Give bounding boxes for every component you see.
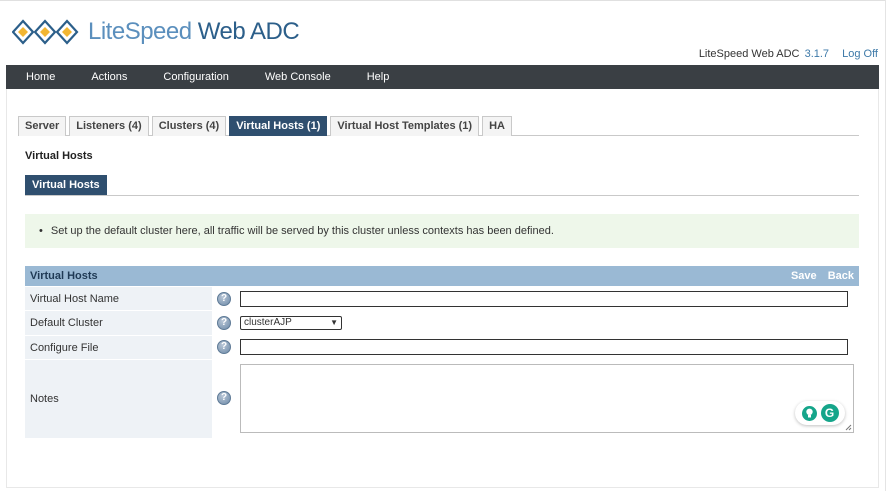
subtab-virtual-hosts[interactable]: Virtual Hosts bbox=[25, 175, 107, 195]
default-cluster-label: Default Cluster bbox=[25, 311, 212, 335]
lightbulb-icon[interactable] bbox=[801, 405, 817, 421]
grammar-extension-badge[interactable]: G bbox=[795, 401, 845, 425]
chevron-down-icon: ▼ bbox=[330, 318, 338, 327]
subtab-bar: Virtual Hosts bbox=[25, 175, 859, 196]
logo-text-lite: LiteSpeed bbox=[88, 18, 192, 45]
help-icon[interactable]: ? bbox=[217, 340, 231, 354]
logo-text: LiteSpeed Web ADC bbox=[88, 18, 300, 46]
main-nav: Home Actions Configuration Web Console H… bbox=[6, 65, 879, 89]
info-text: Set up the default cluster here, all tra… bbox=[50, 225, 554, 237]
product-label: LiteSpeed Web ADC bbox=[698, 48, 800, 60]
notes-textarea[interactable]: G bbox=[240, 364, 854, 433]
page-title: Virtual Hosts bbox=[25, 150, 93, 162]
litespeed-logo-icon bbox=[12, 19, 79, 45]
help-icon[interactable]: ? bbox=[217, 292, 231, 306]
tab-server[interactable]: Server bbox=[18, 116, 67, 136]
version-link[interactable]: 3.1.7 bbox=[805, 48, 829, 60]
default-cluster-value: clusterAJP bbox=[244, 317, 292, 328]
row-vhost-name: Virtual Host Name ? bbox=[25, 287, 859, 310]
vhost-name-label: Virtual Host Name bbox=[25, 287, 212, 310]
tab-clusters[interactable]: Clusters (4) bbox=[151, 116, 227, 136]
save-button[interactable]: Save bbox=[791, 270, 817, 282]
help-icon[interactable]: ? bbox=[217, 316, 231, 330]
row-notes: Notes ? G bbox=[25, 360, 859, 438]
form-title: Virtual Hosts bbox=[30, 270, 98, 282]
tab-virtual-hosts[interactable]: Virtual Hosts (1) bbox=[229, 116, 328, 136]
info-box: • Set up the default cluster here, all t… bbox=[25, 214, 859, 248]
nav-configuration[interactable]: Configuration bbox=[145, 65, 246, 89]
logoff-link[interactable]: Log Off bbox=[842, 48, 878, 60]
vhost-name-input[interactable] bbox=[240, 291, 848, 307]
nav-home[interactable]: Home bbox=[6, 65, 73, 89]
notes-label: Notes bbox=[25, 360, 212, 438]
tab-ha[interactable]: HA bbox=[482, 116, 512, 136]
version-info: LiteSpeed Web ADC 3.1.7 Log Off bbox=[699, 48, 878, 60]
configure-file-input[interactable] bbox=[240, 339, 848, 355]
form-actions: Save Back bbox=[783, 270, 854, 282]
nav-web-console[interactable]: Web Console bbox=[247, 65, 349, 89]
help-icon[interactable]: ? bbox=[217, 391, 231, 405]
logo-text-rest: Web ADC bbox=[191, 18, 300, 45]
nav-actions[interactable]: Actions bbox=[73, 65, 145, 89]
back-button[interactable]: Back bbox=[828, 270, 854, 282]
configure-file-label: Configure File bbox=[25, 336, 212, 359]
config-tabs: Server Listeners (4) Clusters (4) Virtua… bbox=[18, 116, 859, 136]
grammarly-icon[interactable]: G bbox=[820, 404, 839, 422]
form-header: Virtual Hosts Save Back bbox=[25, 266, 859, 286]
info-bullet: • bbox=[39, 225, 43, 237]
resize-grip-icon[interactable] bbox=[845, 424, 852, 431]
default-cluster-select[interactable]: clusterAJP ▼ bbox=[240, 316, 342, 330]
tab-virtual-host-templates[interactable]: Virtual Host Templates (1) bbox=[330, 116, 480, 136]
litespeed-logo: LiteSpeed Web ADC bbox=[12, 18, 300, 46]
row-default-cluster: Default Cluster ? clusterAJP ▼ bbox=[25, 311, 859, 335]
top-border bbox=[0, 0, 886, 1]
nav-help[interactable]: Help bbox=[349, 65, 408, 89]
row-configure-file: Configure File ? bbox=[25, 336, 859, 359]
tab-listeners[interactable]: Listeners (4) bbox=[69, 116, 149, 136]
